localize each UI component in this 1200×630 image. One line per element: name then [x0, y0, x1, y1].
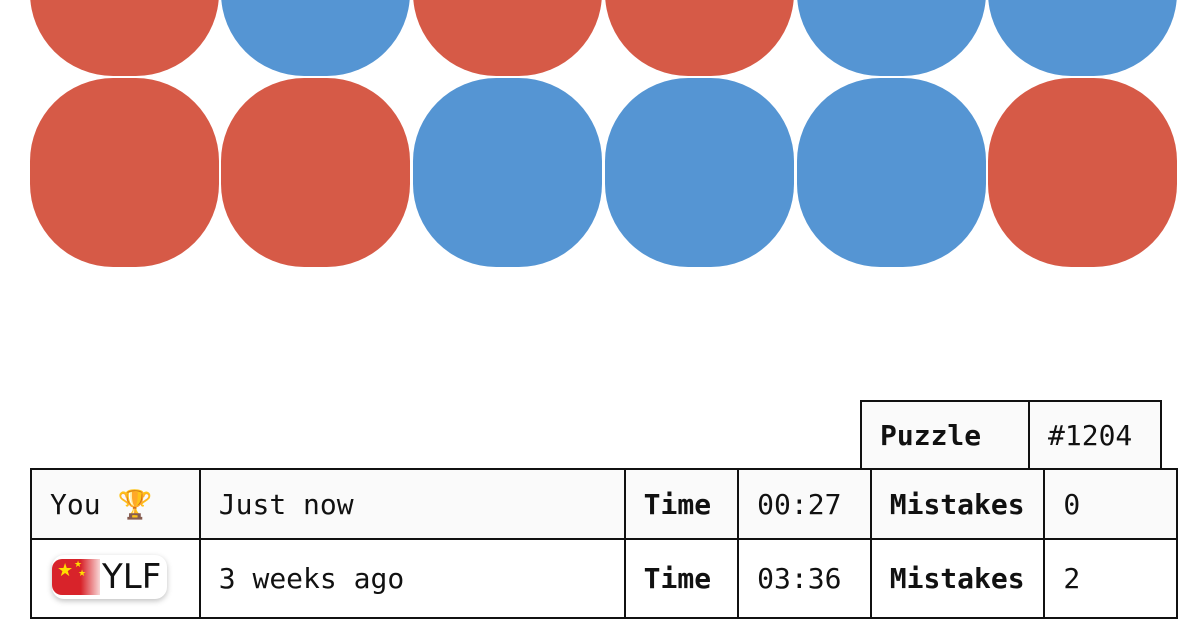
board-cell — [413, 78, 602, 267]
board-cell — [797, 0, 986, 76]
table-row: ★ ★ ★ YLF 3 weeks ago Time 03:36 Mistakes … — [30, 538, 1178, 619]
board-cell — [988, 78, 1177, 267]
player-cell: ★ ★ ★ YLF — [30, 538, 201, 619]
time-value: 03:36 — [737, 538, 872, 619]
board-cell — [413, 0, 602, 76]
when-cell: Just now — [198, 468, 626, 540]
china-flag-icon: ★ ★ ★ — [52, 559, 100, 595]
board-cell — [605, 78, 794, 267]
board-cell — [30, 78, 219, 267]
player-badge: ★ ★ ★ YLF — [52, 555, 168, 599]
board-cell — [221, 78, 410, 267]
puzzle-label: Puzzle — [860, 400, 1030, 471]
board-cell — [605, 0, 794, 76]
game-board: 2 — [0, 0, 1200, 270]
mistakes-label: Mistakes — [869, 468, 1046, 540]
board-cell — [988, 0, 1177, 76]
puzzle-info-table: Puzzle #1204 — [860, 400, 1162, 471]
time-label: Time — [623, 468, 740, 540]
table-row: You 🏆 Just now Time 00:27 Mistakes 0 — [30, 468, 1178, 540]
mistakes-value: 2 — [1043, 538, 1178, 619]
mistakes-label: Mistakes — [869, 538, 1046, 619]
results-table: You 🏆 Just now Time 00:27 Mistakes 0 ★ ★ ★… — [30, 468, 1178, 619]
time-value: 00:27 — [737, 468, 872, 540]
player-name: You — [50, 487, 101, 521]
board-cell — [797, 78, 986, 267]
board-cell — [30, 0, 219, 76]
player-cell: You 🏆 — [30, 468, 201, 540]
board-cell: 2 — [221, 0, 410, 76]
puzzle-number: #1204 — [1028, 400, 1162, 471]
time-label: Time — [623, 538, 740, 619]
player-name: YLF — [102, 557, 162, 597]
when-cell: 3 weeks ago — [198, 538, 626, 619]
trophy-icon: 🏆 — [117, 487, 153, 521]
mistakes-value: 0 — [1043, 468, 1178, 540]
